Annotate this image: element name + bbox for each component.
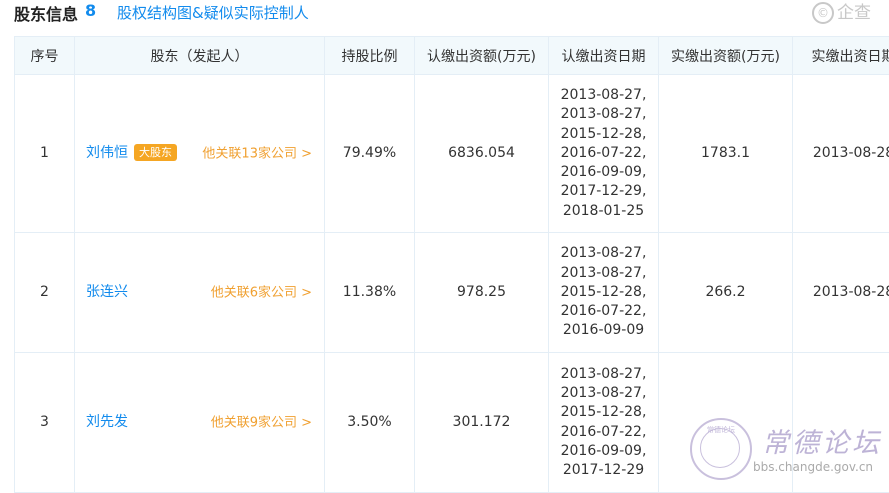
related-companies-link[interactable]: 他关联6家公司 >: [211, 283, 312, 302]
column-header-ratio: 持股比例: [325, 37, 415, 75]
subscribed-amount: 6836.054: [415, 75, 549, 233]
column-header-subscribed-amount: 认缴出资额(万元): [415, 37, 549, 75]
subscribed-date: 2018-01-25: [549, 202, 658, 221]
subscribed-dates: 2013-08-27, 2013-08-27, 2015-12-28, 2016…: [549, 353, 659, 493]
subscribed-date: 2016-09-09,: [549, 163, 658, 182]
row-index: 1: [15, 75, 75, 233]
related-companies-link[interactable]: 他关联13家公司 >: [202, 144, 312, 163]
subscribed-date: 2016-09-09: [549, 321, 658, 340]
logo-text: 企查: [837, 3, 871, 23]
subscribed-date: 2016-07-22,: [549, 423, 658, 442]
subscribed-date: 2015-12-28,: [549, 125, 658, 144]
row-index: 3: [15, 353, 75, 493]
shareholder-table: 序号 股东（发起人） 持股比例 认缴出资额(万元) 认缴出资日期 实缴出资额(万…: [14, 36, 889, 493]
holder-cell: 刘先发 他关联9家公司 >: [75, 353, 325, 493]
equity-structure-link[interactable]: 股权结构图&疑似实际控制人: [117, 2, 309, 23]
subscribed-date: 2013-08-27,: [549, 264, 658, 283]
holder-cell: 刘伟恒大股东 他关联13家公司 >: [75, 75, 325, 233]
subscribed-dates: 2013-08-27, 2013-08-27, 2015-12-28, 2016…: [549, 75, 659, 233]
subscribed-date: 2013-08-27,: [549, 384, 658, 403]
paid-amount: 266.2: [659, 233, 793, 353]
subscribed-date: 2015-12-28,: [549, 403, 658, 422]
column-header-paid-amount: 实缴出资额(万元): [659, 37, 793, 75]
shareholding-ratio: 3.50%: [325, 353, 415, 493]
major-shareholder-badge: 大股东: [134, 144, 177, 161]
column-header-holder: 股东（发起人）: [75, 37, 325, 75]
subscribed-date: 2016-07-22,: [549, 144, 658, 163]
subscribed-date: 2015-12-28,: [549, 283, 658, 302]
table-header-row: 序号 股东（发起人） 持股比例 认缴出资额(万元) 认缴出资日期 实缴出资额(万…: [15, 37, 889, 75]
row-index: 2: [15, 233, 75, 353]
subscribed-date: 2013-08-27,: [549, 86, 658, 105]
holder-name-link[interactable]: 张连兴: [86, 284, 128, 300]
table-row: 1 刘伟恒大股东 他关联13家公司 > 79.49% 6836.054 2013…: [15, 75, 889, 233]
paid-amount: 1783.1: [659, 75, 793, 233]
table-row: 3 刘先发 他关联9家公司 > 3.50% 301.172 2013-08-27…: [15, 353, 889, 493]
related-companies-link[interactable]: 他关联9家公司 >: [211, 413, 312, 432]
column-header-index: 序号: [15, 37, 75, 75]
holder-name-link[interactable]: 刘先发: [86, 414, 128, 430]
subscribed-date: 2016-07-22,: [549, 302, 658, 321]
column-header-subscribed-date: 认缴出资日期: [549, 37, 659, 75]
subscribed-date: 2013-08-27,: [549, 105, 658, 124]
paid-date: 2013-08-28: [793, 233, 889, 353]
section-header: 股东信息 8 股权结构图&疑似实际控制人 ©企查: [0, 0, 889, 26]
subscribed-date: 2016-09-09,: [549, 442, 658, 461]
subscribed-date: 2013-08-27,: [549, 365, 658, 384]
table-row: 2 张连兴 他关联6家公司 > 11.38% 978.25 2013-08-27…: [15, 233, 889, 353]
subscribed-dates: 2013-08-27, 2013-08-27, 2015-12-28, 2016…: [549, 233, 659, 353]
subscribed-date: 2017-12-29,: [549, 182, 658, 201]
section-title: 股东信息: [14, 1, 78, 25]
paid-date: 2013-08-28: [793, 75, 889, 233]
paid-amount: [659, 353, 793, 493]
shareholding-ratio: 79.49%: [325, 75, 415, 233]
holder-cell: 张连兴 他关联6家公司 >: [75, 233, 325, 353]
shareholder-count: 8: [85, 1, 96, 20]
holder-name-link[interactable]: 刘伟恒: [86, 145, 128, 161]
paid-date: [793, 353, 889, 493]
shareholding-ratio: 11.38%: [325, 233, 415, 353]
subscribed-amount: 978.25: [415, 233, 549, 353]
qichacha-logo: ©企查: [812, 0, 871, 24]
subscribed-date: 2013-08-27,: [549, 244, 658, 263]
subscribed-date: 2017-12-29: [549, 461, 658, 480]
logo-icon: ©: [812, 2, 834, 24]
subscribed-amount: 301.172: [415, 353, 549, 493]
column-header-paid-date: 实缴出资日期: [793, 37, 889, 75]
